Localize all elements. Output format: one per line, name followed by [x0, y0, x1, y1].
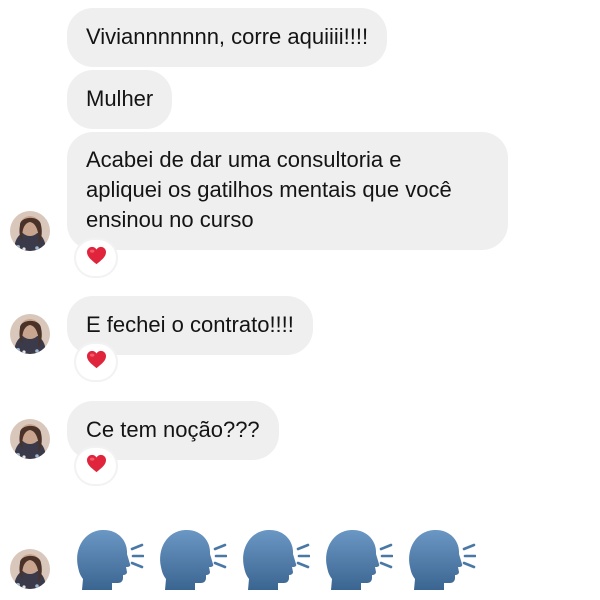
message-bubble[interactable]: Viviannnnnnn, corre aquiiii!!!! [67, 8, 388, 67]
emoji-message[interactable] [72, 527, 476, 591]
avatar[interactable] [10, 549, 50, 589]
message-bubble[interactable]: Mulher [67, 70, 173, 129]
heart-icon [86, 350, 107, 374]
speaking-head-icon [321, 527, 393, 591]
speaking-head-icon [155, 527, 227, 591]
heart-icon [86, 454, 107, 478]
message-bubble[interactable]: Acabei de dar uma consultoria e apliquei… [67, 132, 508, 250]
speaking-head-icon [404, 527, 476, 591]
heart-reaction[interactable] [74, 342, 118, 382]
heart-reaction[interactable] [74, 238, 118, 278]
heart-icon [86, 246, 107, 270]
heart-reaction[interactable] [74, 446, 118, 486]
avatar[interactable] [10, 314, 50, 354]
avatar[interactable] [10, 211, 50, 251]
avatar[interactable] [10, 419, 50, 459]
speaking-head-icon [72, 527, 144, 591]
speaking-head-icon [238, 527, 310, 591]
